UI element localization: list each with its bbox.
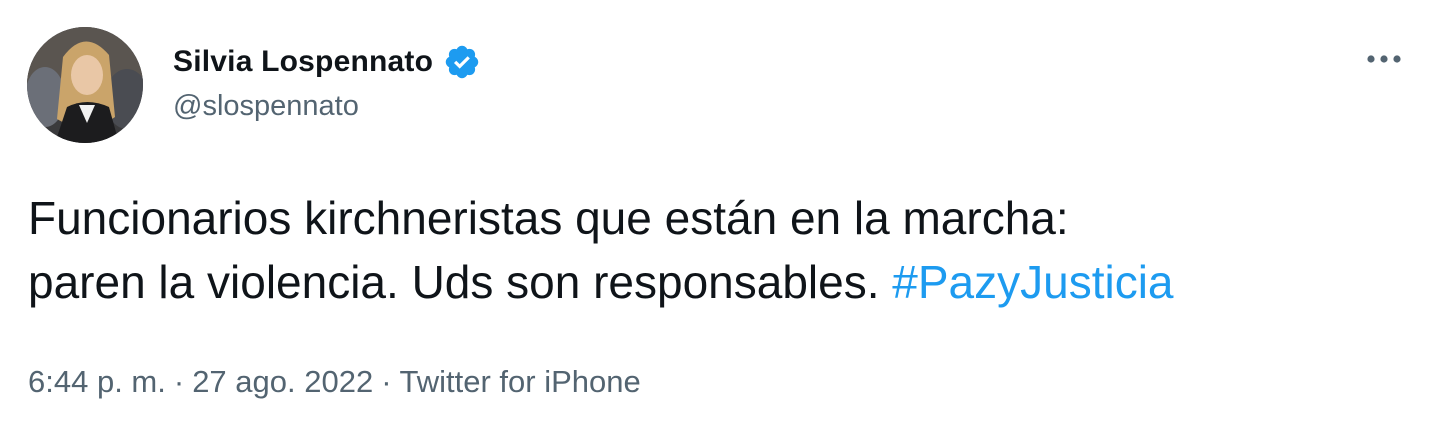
handle[interactable]: @slospennato bbox=[173, 90, 359, 123]
avatar[interactable] bbox=[27, 27, 143, 143]
verified-badge-icon bbox=[443, 43, 481, 81]
more-options-button[interactable] bbox=[1364, 44, 1404, 74]
tweet-metadata: 6:44 p. m. · 27 ago. 2022 · Twitter for iPho… bbox=[28, 364, 641, 400]
tweet-source[interactable]: Twitter for iPhone bbox=[400, 364, 641, 399]
tweet-time[interactable]: 6:44 p. m. bbox=[28, 364, 166, 399]
tweet-text-line-2-body: paren la violencia. Uds son responsables… bbox=[28, 256, 880, 308]
tweet-text: Funcionarios kirchneristas que están en … bbox=[28, 186, 1408, 314]
meta-separator: · bbox=[173, 364, 185, 399]
meta-separator: · bbox=[381, 364, 392, 399]
tweet-card: Silvia Lospennato @slospennato Funcionar… bbox=[0, 0, 1440, 428]
tweet-text-line-1: Funcionarios kirchneristas que están en … bbox=[28, 192, 1069, 244]
hashtag-link[interactable]: #PazyJusticia bbox=[892, 256, 1173, 308]
tweet-text-line-2: paren la violencia. Uds son responsables… bbox=[28, 250, 1408, 314]
display-name[interactable]: Silvia Lospennato bbox=[173, 45, 433, 79]
author-name-row[interactable]: Silvia Lospennato bbox=[173, 40, 481, 84]
tweet-date[interactable]: 27 ago. 2022 bbox=[192, 364, 373, 399]
profile-photo-icon bbox=[27, 27, 143, 143]
more-options-icon bbox=[1367, 55, 1401, 63]
